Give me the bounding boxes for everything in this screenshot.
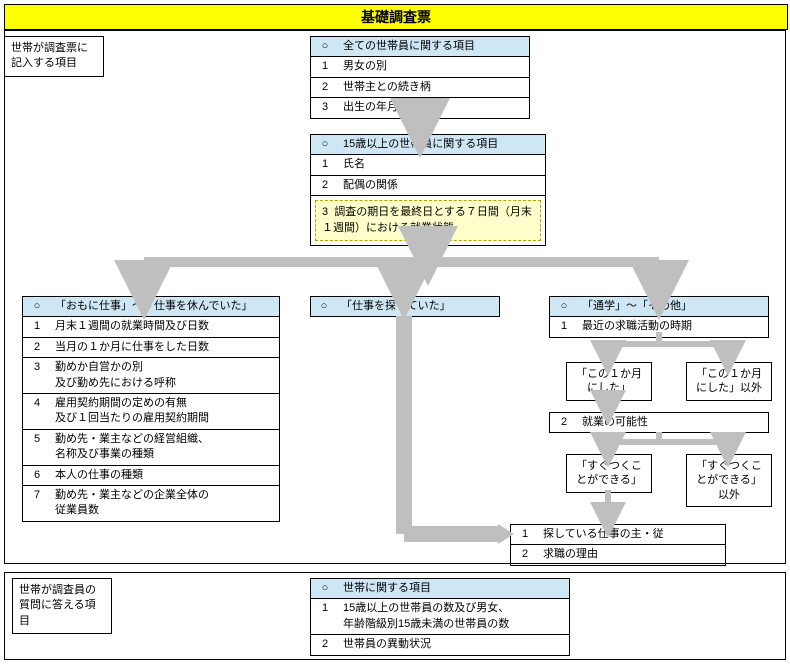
row-text: 出生の年月 (339, 98, 530, 118)
bullet: ○ (311, 135, 340, 155)
bullet: ○ (311, 37, 340, 57)
bullet: ○ (23, 297, 52, 317)
row-text: 月末１週間の就業時間及び日数 (51, 317, 280, 337)
page-title: 基礎調査票 (4, 4, 788, 30)
section2-label: 世帯が調査員の質問に答える項目 (12, 578, 112, 634)
bullet: ○ (311, 297, 338, 317)
bullet: ○ (311, 579, 340, 599)
header-text: 「仕事を探していた」 (337, 297, 500, 317)
diagram-canvas: 基礎調査票 世帯が調査票に記入する項目 ○全ての世帯員に関する項目 1男女の別 … (4, 4, 786, 662)
opt-last-month-no: 「この１か月にした」以外 (686, 362, 772, 401)
opt-last-month-yes: 「この１か月にした」 (566, 362, 652, 401)
row-text: 探している仕事の主・従 (539, 525, 726, 545)
box-job-seeking: ○「仕事を探していた」 (310, 296, 500, 317)
row-text: 最近の求職活動の時期 (578, 317, 769, 337)
row-text: 勤め先・業主などの企業全体の 従業員数 (51, 485, 280, 521)
box-mainly-work: ○「おもに仕事」～「仕事を休んでいた」 1月末１週間の就業時間及び日数 2当月の… (22, 296, 280, 522)
row-text: 就業の可能性 (578, 413, 769, 433)
box-over15: ○15歳以上の世帯員に関する項目 1氏名 2配偶の関係 3 調査の期日を最終日と… (310, 134, 546, 246)
header-text: 「おもに仕事」～「仕事を休んでいた」 (51, 297, 280, 317)
section1-label: 世帯が調査票に記入する項目 (4, 36, 104, 77)
row-text: 当月の１か月に仕事をした日数 (51, 337, 280, 357)
row-text: 15歳以上の世帯員の数及び男女、 年齢階級別15歳未満の世帯員の数 (339, 599, 570, 635)
header-text: 全ての世帯員に関する項目 (339, 37, 530, 57)
bullet: ○ (550, 297, 579, 317)
box-all-members: ○全ての世帯員に関する項目 1男女の別 2世帯主との続き柄 3出生の年月 (310, 36, 530, 119)
row-text: 氏名 (339, 155, 546, 175)
dashed-employment-status: 3 調査の期日を最終日とする７日間（月末１週間）における就業状態 (315, 200, 541, 241)
box-employment-possibility: 2就業の可能性 (549, 412, 769, 433)
row-text: 求職の理由 (539, 545, 726, 565)
header-text: 「通学」～「その他」 (578, 297, 769, 317)
row-text: 勤め先・業主などの経営組織、 名称及び事業の種類 (51, 429, 280, 465)
row-text: 勤めか自営かの別 及び勤め先における呼称 (51, 358, 280, 394)
box-household: ○世帯に関する項目 115歳以上の世帯員の数及び男女、 年齢階級別15歳未満の世… (310, 578, 570, 656)
opt-can-start-no: 「すぐつくことができる」以外 (686, 454, 772, 507)
header-text: 15歳以上の世帯員に関する項目 (339, 135, 546, 155)
row-text: 男女の別 (339, 57, 530, 77)
row-text: 雇用契約期間の定めの有無 及び１回当たりの雇用契約期間 (51, 393, 280, 429)
header-text: 世帯に関する項目 (339, 579, 570, 599)
row-text: 世帯主との続き柄 (339, 77, 530, 97)
row-text: 本人の仕事の種類 (51, 465, 280, 485)
opt-can-start-yes: 「すぐつくことができる」 (566, 454, 652, 493)
box-schooling-other: ○「通学」～「その他」 1最近の求職活動の時期 (549, 296, 769, 338)
row-text: 配偶の関係 (339, 175, 546, 195)
box-job-search-details: 1探している仕事の主・従 2求職の理由 (510, 524, 726, 566)
row-text: 世帯員の異動状況 (339, 635, 570, 655)
